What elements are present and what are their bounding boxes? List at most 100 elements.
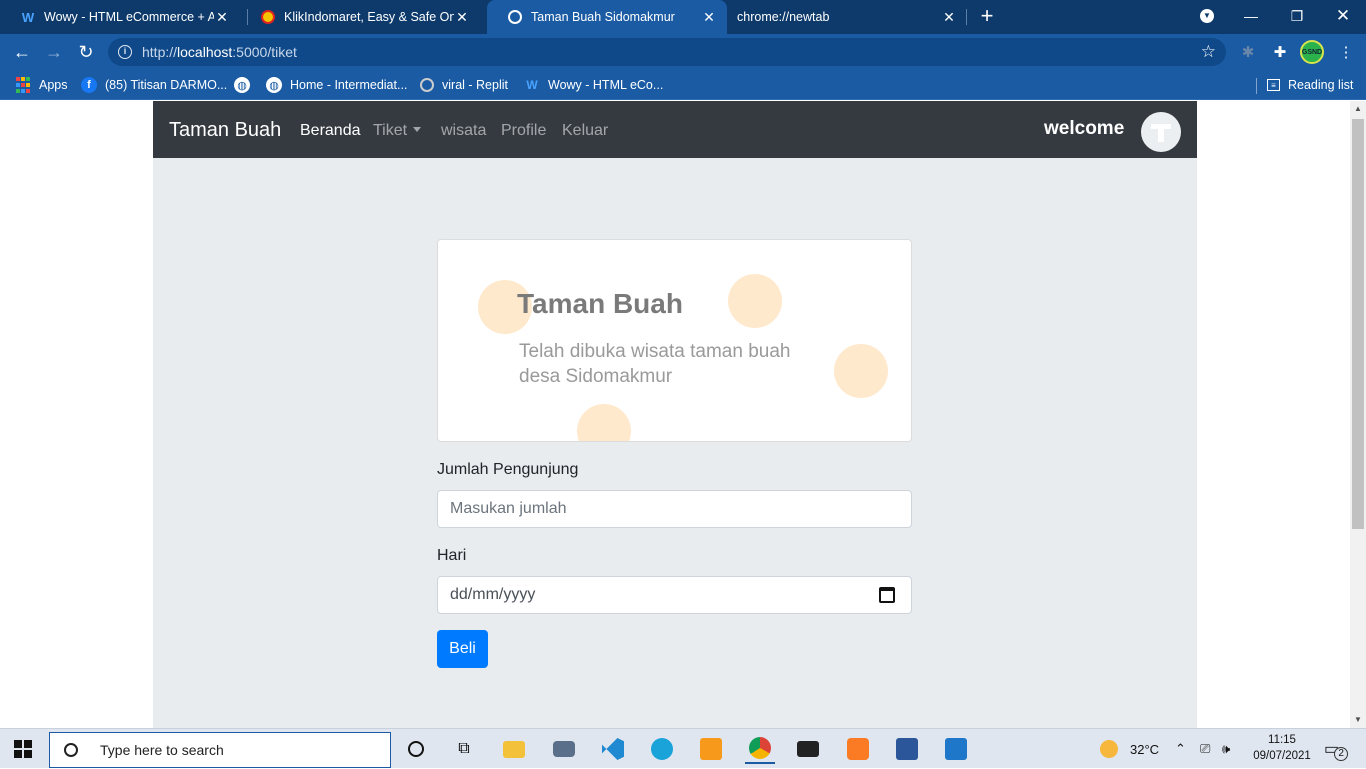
network-icon[interactable]: ⎚ [1200, 729, 1210, 769]
nav-profile[interactable]: Profile [501, 122, 546, 140]
avatar-glyph [1158, 124, 1164, 142]
notification-center[interactable]: ▭ 2 [1324, 729, 1349, 769]
bookmark-home-intermediate[interactable]: ◍ Home - Intermediat... [266, 76, 407, 94]
sublime-icon[interactable] [696, 734, 726, 764]
camera-icon[interactable] [549, 734, 579, 764]
close-icon[interactable]: ✕ [454, 9, 470, 26]
notification-count: 2 [1334, 747, 1349, 761]
bookmark-globe[interactable]: ◍ [234, 76, 258, 94]
extension-bug-icon[interactable]: ✱ [1236, 40, 1260, 64]
bookmark-wowy[interactable]: W Wowy - HTML eCo... [524, 76, 663, 94]
apps-grid-icon [15, 77, 31, 93]
tab-title: Taman Buah Sidomakmur [531, 10, 675, 24]
calendar-icon[interactable] [879, 587, 895, 603]
tab-taman-buah[interactable]: Taman Buah Sidomakmur ✕ [487, 0, 727, 34]
globe-icon [507, 9, 523, 25]
nav-tiket-dropdown[interactable]: Tiket [373, 122, 422, 140]
close-icon[interactable]: ✕ [701, 9, 717, 26]
edge-icon[interactable] [647, 734, 677, 764]
close-icon[interactable]: ✕ [214, 9, 230, 26]
chrome-icon[interactable] [745, 734, 775, 764]
close-icon[interactable]: ✕ [941, 9, 957, 26]
user-avatar[interactable] [1141, 112, 1181, 152]
bookmarks-divider [1256, 78, 1257, 94]
scroll-up-icon[interactable]: ▲ [1350, 101, 1366, 117]
nav-tiket-label: Tiket [373, 122, 408, 139]
puzzle-icon[interactable]: ✚ [1268, 40, 1292, 64]
reading-list-button[interactable]: ≡ Reading list [1267, 76, 1353, 94]
nav-keluar[interactable]: Keluar [562, 122, 608, 140]
bookmark-label: viral - Replit [442, 78, 508, 92]
menu-dots-icon[interactable]: ⋮ [1334, 40, 1358, 64]
bookmark-apps[interactable]: Apps [15, 76, 68, 94]
info-icon[interactable]: i [118, 45, 132, 59]
search-icon [64, 743, 78, 757]
tab-divider [966, 9, 967, 25]
tab-title: chrome://newtab [737, 10, 830, 24]
profile-badge: GSND [1300, 40, 1324, 64]
bookmark-replit[interactable]: viral - Replit [420, 76, 508, 94]
task-view-icon[interactable]: ⧉ [449, 734, 479, 764]
tab-newtab[interactable]: chrome://newtab ✕ [727, 0, 967, 34]
hari-placeholder: dd/mm/yyyy [450, 586, 536, 603]
new-tab-button[interactable]: + [976, 5, 998, 29]
page-scrollbar[interactable]: ▲ ▼ [1350, 101, 1366, 728]
nav-beranda[interactable]: Beranda [300, 122, 361, 140]
jumlah-label: Jumlah Pengunjung [437, 461, 579, 478]
hari-date-input[interactable]: dd/mm/yyyy [437, 576, 912, 614]
bookmark-facebook[interactable]: f (85) Titisan DARMO... [81, 76, 227, 94]
tray-overflow-icon[interactable]: ⌃ [1175, 729, 1186, 769]
bookmark-label: Apps [39, 78, 68, 92]
wowy-w-icon: W [526, 78, 538, 92]
taskbar-search[interactable]: Type here to search [49, 732, 391, 768]
word-icon[interactable] [892, 734, 922, 764]
page-viewport: Taman Buah Beranda Tiket wisata Profile … [0, 101, 1350, 728]
promo-banner: Taman Buah Telah dibuka wisata taman bua… [437, 239, 912, 442]
bookmarks-bar: Apps f (85) Titisan DARMO... ◍ ◍ Home - … [0, 70, 1366, 100]
weather-temp: 32°C [1130, 741, 1160, 757]
windows-start-icon[interactable] [14, 740, 32, 758]
decor-circle [834, 344, 888, 398]
nav-wisata[interactable]: wisata [441, 122, 486, 140]
reading-list-label: Reading list [1288, 78, 1354, 92]
beli-button[interactable]: Beli [437, 630, 488, 668]
forward-arrow-icon[interactable]: → [41, 39, 67, 65]
clock-date: 09/07/2021 [1253, 750, 1311, 762]
clock-time: 11:15 [1268, 734, 1296, 746]
bookmark-label: (85) Titisan DARMO... [105, 78, 228, 92]
profile-avatar[interactable]: GSND [1300, 40, 1324, 64]
tab-wowy[interactable]: W Wowy - HTML eCommerce + Adm ✕ [0, 0, 240, 34]
windows-taskbar: Type here to search ⧉ 32°C ⌃ ⎚ 🕪 11:15 0… [0, 728, 1366, 768]
globe-icon: ◍ [266, 77, 282, 93]
wowy-w-icon: W [21, 9, 35, 25]
restore-button[interactable]: ❐ [1274, 0, 1320, 32]
minimize-button[interactable]: — [1228, 0, 1274, 32]
cortana-icon[interactable] [401, 734, 431, 764]
navbar-brand[interactable]: Taman Buah [169, 119, 281, 142]
volume-icon[interactable]: 🕪 [1222, 729, 1230, 769]
jumlah-input[interactable]: Masukan jumlah [437, 490, 912, 528]
tab-search-button[interactable]: ▼ [1184, 0, 1230, 32]
reload-icon[interactable]: ↻ [73, 39, 99, 65]
address-bar[interactable]: i http://localhost:5000/tiket ☆ [108, 38, 1226, 66]
banner-subtitle: Telah dibuka wisata taman buah desa Sido… [519, 341, 791, 387]
file-explorer-icon[interactable] [499, 734, 529, 764]
globe-icon: ◍ [234, 77, 250, 93]
weather-widget[interactable]: 32°C [1100, 729, 1159, 769]
terminal-icon[interactable] [793, 734, 823, 764]
chevron-down-icon: ▼ [1200, 9, 1214, 23]
reading-list-icon: ≡ [1267, 79, 1280, 91]
photos-icon[interactable] [941, 734, 971, 764]
star-icon[interactable]: ☆ [1201, 42, 1216, 62]
back-arrow-icon[interactable]: ← [9, 39, 35, 65]
window-close-button[interactable]: ✕ [1320, 0, 1366, 32]
scroll-down-icon[interactable]: ▼ [1350, 712, 1366, 728]
taskbar-clock[interactable]: 11:15 09/07/2021 [1252, 732, 1312, 764]
vscode-icon[interactable] [598, 734, 628, 764]
scroll-thumb[interactable] [1352, 119, 1364, 529]
browser-toolbar: ← → ↻ i http://localhost:5000/tiket ☆ ✱ … [0, 34, 1366, 70]
tab-klikindomaret[interactable]: KlikIndomaret, Easy & Safe Online ✕ [240, 0, 480, 34]
xampp-icon[interactable] [843, 734, 873, 764]
banner-title: Taman Buah [517, 288, 683, 319]
decor-circle [577, 404, 631, 441]
